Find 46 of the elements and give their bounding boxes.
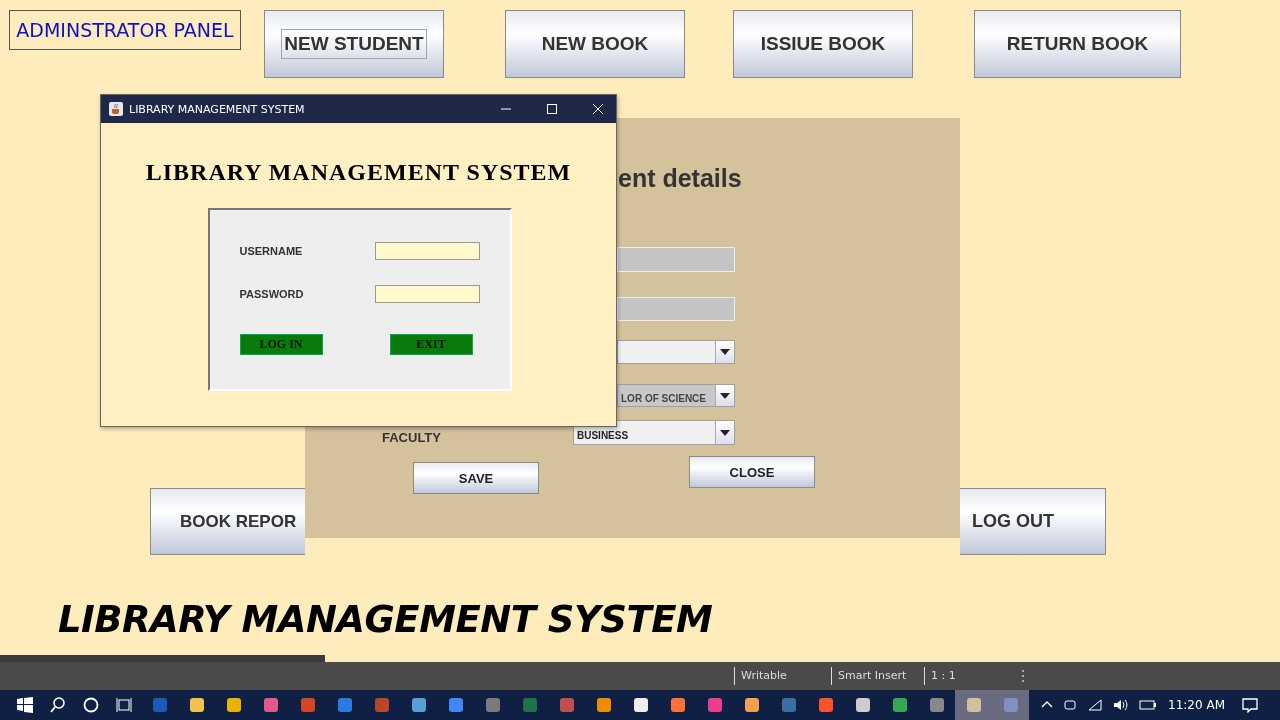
panel-title: ADMINSTRATOR PANEL	[9, 10, 241, 50]
app-icon[interactable]	[188, 697, 205, 713]
field-label: FACULTY	[382, 430, 441, 445]
status-text: 1 : 1	[924, 667, 1021, 685]
clock[interactable]: 11:20 AM	[1168, 698, 1225, 712]
form-title: ent details	[618, 164, 742, 193]
app-heading: LIBRARY MANAGEMENT SYSTEM	[145, 159, 572, 186]
menu-button[interactable]: ISSIUE BOOK	[733, 10, 913, 78]
close-icon[interactable]	[592, 103, 604, 115]
app-icon[interactable]	[669, 697, 686, 713]
app-icon[interactable]	[632, 697, 649, 713]
form-button[interactable]: CLOSE	[689, 456, 815, 488]
field-label: PASSWORD	[239, 287, 304, 300]
more-icon[interactable]	[1021, 669, 1025, 683]
banner-title: LIBRARY MANAGEMENT SYSTEM	[58, 598, 713, 641]
task-view-icon[interactable]	[116, 697, 132, 713]
caret-icon	[720, 349, 730, 355]
app-icon[interactable]	[225, 697, 242, 713]
app-icon[interactable]	[743, 697, 760, 713]
status-text: Smart Insert	[831, 667, 924, 685]
field-label: USERNAME	[239, 244, 303, 257]
input-field[interactable]	[374, 284, 480, 303]
maximize-icon[interactable]	[546, 103, 558, 115]
battery-icon[interactable]	[1139, 699, 1158, 711]
window-title: LIBRARY MANAGEMENT SYSTEM	[129, 102, 305, 116]
status-text: Writable	[734, 667, 831, 685]
notification-icon[interactable]	[1242, 697, 1258, 713]
input-field[interactable]	[374, 241, 480, 260]
app-icon[interactable]	[854, 697, 871, 713]
start-icon[interactable]	[17, 697, 33, 713]
menu-button[interactable]: NEW BOOK	[505, 10, 685, 78]
caret-icon	[720, 392, 730, 399]
dropdown[interactable]	[617, 340, 735, 364]
cup-icon	[109, 102, 123, 116]
menu-button[interactable]: NEW STUDENT	[264, 10, 444, 78]
search-icon[interactable]	[50, 697, 66, 713]
menu-button[interactable]: RETURN BOOK	[974, 10, 1181, 78]
app-icon[interactable]	[595, 697, 612, 713]
caret-icon	[720, 429, 730, 436]
dropdown[interactable]: BUSINESS	[573, 420, 735, 445]
speaker-icon[interactable]	[1113, 698, 1130, 712]
circle-icon[interactable]	[83, 697, 99, 713]
app-icon[interactable]	[410, 697, 427, 713]
menu-button[interactable]: LOG OUT	[960, 488, 1106, 555]
form-button[interactable]: SAVE	[413, 462, 539, 494]
menu-button[interactable]: BOOK REPOR	[150, 488, 305, 555]
